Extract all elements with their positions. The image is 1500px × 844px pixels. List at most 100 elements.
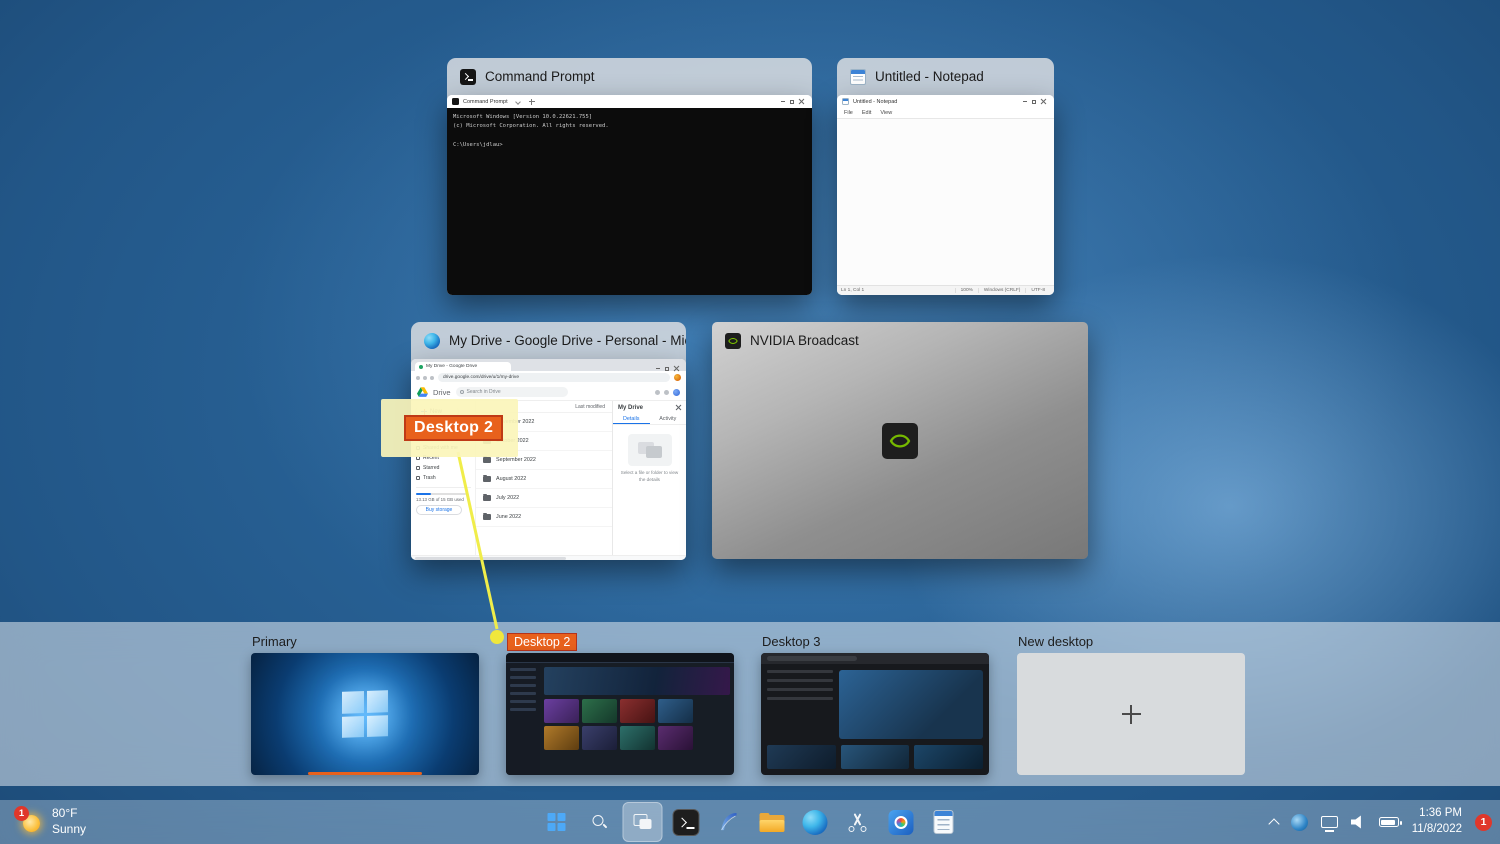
empty-state-illustration	[628, 434, 672, 466]
taskbar-center-icons	[537, 802, 964, 842]
maximize-icon	[665, 367, 669, 371]
drive-favicon	[419, 365, 423, 369]
line-endings: Windows (CRLF)	[978, 288, 1026, 293]
search-button[interactable]	[580, 802, 620, 842]
nvidia-icon	[725, 333, 741, 349]
desktop-2-highlighted-label: Desktop 2	[507, 633, 577, 651]
file-explorer-icon	[759, 813, 784, 832]
command-prompt-icon	[460, 69, 476, 85]
window-title: My Drive - Google Drive - Personal - Mic…	[449, 333, 686, 348]
edge-icon	[802, 810, 827, 835]
snipping-tool-button[interactable]	[838, 802, 878, 842]
task-view-icon	[633, 814, 652, 830]
battery-icon[interactable]	[1379, 817, 1399, 827]
folder-icon	[483, 495, 491, 501]
desktop-item-desktop-3: Desktop 3	[761, 630, 989, 775]
drive-search-bar: Search in Drive	[456, 387, 568, 397]
clock-time: 1:36 PM	[1412, 806, 1462, 822]
notepad-editor-area	[837, 119, 1054, 285]
globe-icon[interactable]	[1291, 814, 1308, 831]
drive-header-icons	[655, 389, 680, 396]
terminal-tab-title: Command Prompt	[463, 99, 508, 105]
desktop-thumbnail-primary[interactable]	[251, 653, 479, 775]
image-row-placeholder	[761, 745, 989, 775]
tray-overflow-button[interactable]	[1270, 816, 1278, 828]
minimize-icon	[781, 101, 785, 102]
steam-content	[540, 663, 734, 775]
close-icon	[675, 405, 681, 411]
desktop-label-primary[interactable]: Primary	[251, 630, 479, 653]
maximize-icon	[790, 100, 794, 104]
window-title-row: Command Prompt	[447, 58, 812, 95]
photos-button[interactable]	[881, 802, 921, 842]
search-icon	[460, 390, 464, 394]
volume-icon[interactable]	[1351, 815, 1366, 829]
desktop-thumbnail-desktop-2[interactable]	[506, 653, 734, 775]
browser-content	[761, 664, 989, 745]
weather-condition: Sunny	[52, 822, 86, 838]
desktop-label-desktop-3[interactable]: Desktop 3	[761, 630, 989, 653]
help-icon	[655, 390, 660, 395]
terminal-line: (c) Microsoft Corporation. All rights re…	[453, 122, 806, 131]
account-avatar	[673, 389, 680, 396]
notepad-window-preview: Untitled - Notepad File Edit View Ln 1, …	[837, 95, 1054, 295]
browser-nav-icons	[416, 376, 434, 380]
search-icon	[592, 814, 608, 830]
browser-tab: My Drive - Google Drive	[415, 362, 511, 371]
callout-label: Desktop 2	[404, 415, 503, 441]
browser-tabstrip: My Drive - Google Drive	[411, 359, 686, 371]
tab-dropdown-icon	[515, 99, 521, 105]
drive-app-name: Drive	[433, 388, 451, 397]
desktop-item-new: New desktop	[1017, 630, 1245, 775]
scrollbar-thumb	[415, 557, 566, 560]
address-pill	[767, 656, 857, 661]
profile-avatar	[674, 374, 681, 381]
notepad-app-icon	[934, 810, 954, 834]
desktop-label-desktop-2[interactable]: Desktop 2	[506, 630, 734, 653]
weather-badge: 1	[14, 806, 29, 821]
system-tray: 1:36 PM 11/8/2022 1	[1270, 800, 1492, 844]
details-panel-header: My Drive	[613, 401, 686, 414]
forward-icon	[423, 376, 427, 380]
window-title: Command Prompt	[485, 69, 595, 84]
horizontal-scrollbar	[411, 555, 686, 560]
steam-game-tiles	[544, 699, 730, 750]
star-icon	[416, 466, 420, 470]
steam-sidebar	[506, 663, 540, 775]
new-desktop-button[interactable]	[1017, 653, 1245, 775]
display-icon[interactable]	[1321, 816, 1338, 828]
notepad-titlebar-icon	[842, 98, 849, 105]
notepad-titlebar: Untitled - Notepad	[837, 95, 1054, 108]
task-view-button[interactable]	[623, 802, 663, 842]
taskbar-clock[interactable]: 1:36 PM 11/8/2022	[1412, 806, 1462, 837]
gear-icon	[664, 390, 669, 395]
folder-icon	[483, 457, 491, 463]
window-thumbnail-notepad[interactable]: Untitled - Notepad Untitled - Notepad Fi…	[837, 58, 1054, 295]
close-icon	[1041, 99, 1046, 104]
browser-toolbar: drive.google.com/drive/u/1/my-drive	[411, 371, 686, 384]
start-button[interactable]	[537, 802, 577, 842]
terminal-button[interactable]	[666, 802, 706, 842]
window-title: NVIDIA Broadcast	[750, 333, 859, 348]
edge-button[interactable]	[795, 802, 835, 842]
windows-logo	[342, 690, 388, 738]
tab-details: Details	[613, 414, 650, 424]
terminal-line: Microsoft Windows [Version 10.0.22621.75…	[453, 113, 806, 122]
desktop-item-desktop-2: Desktop 2	[506, 630, 734, 775]
folder-icon	[483, 514, 491, 520]
weather-widget[interactable]: 1 80°F Sunny	[10, 800, 96, 844]
notepad-button[interactable]	[924, 802, 964, 842]
notification-badge[interactable]: 1	[1475, 814, 1492, 831]
edge-icon	[424, 333, 440, 349]
notepad-menubar: File Edit View	[837, 108, 1054, 119]
callout-highlight-box: Desktop 2	[381, 399, 518, 457]
snipping-tool-icon	[847, 811, 869, 833]
window-thumbnail-command-prompt[interactable]: Command Prompt Command Prompt Microsoft …	[447, 58, 812, 295]
desktop-thumbnail-desktop-3[interactable]	[761, 653, 989, 775]
folder-icon	[483, 476, 491, 482]
file-explorer-button[interactable]	[752, 802, 792, 842]
feather-app-button[interactable]	[709, 802, 749, 842]
drive-folder-row: June 2022	[476, 508, 612, 527]
nvidia-eye-icon	[887, 428, 913, 454]
window-thumbnail-nvidia-broadcast[interactable]: NVIDIA Broadcast	[712, 322, 1088, 559]
